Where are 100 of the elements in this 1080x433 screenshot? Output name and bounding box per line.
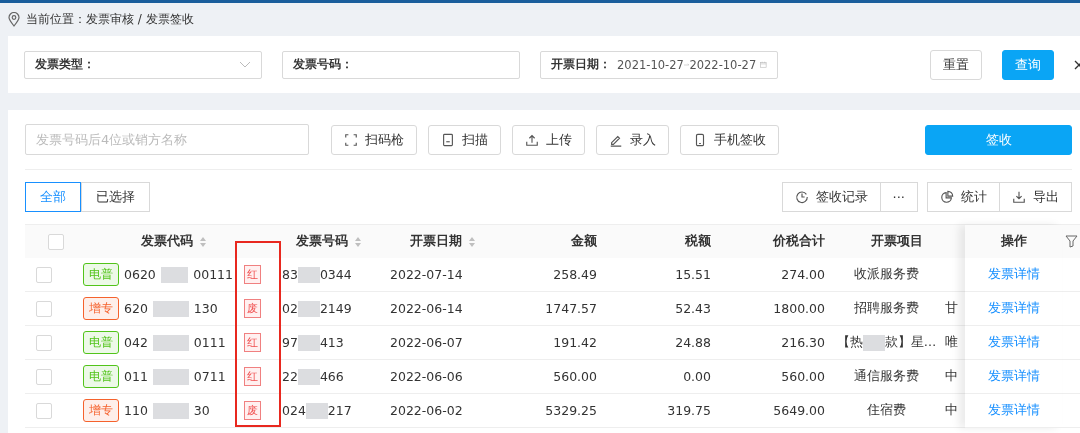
action-button[interactable]: 录入 xyxy=(596,124,669,155)
table-cell-text: 52.43 xyxy=(674,301,712,316)
action-button[interactable]: 扫码枪 xyxy=(331,124,417,155)
status-tag: 红 xyxy=(244,333,261,352)
table-cell-text: 中 xyxy=(945,402,959,419)
tool-button[interactable]: 签收记录 xyxy=(781,182,881,212)
phone-icon xyxy=(693,132,707,147)
table-cell-text: 2022-06-07 xyxy=(389,335,464,350)
tool-button[interactable]: 导出 xyxy=(999,182,1072,212)
action-button[interactable]: 上传 xyxy=(512,124,585,155)
table-cell-text: 1800.00 xyxy=(772,301,826,316)
table-cell-text: 216.30 xyxy=(780,335,826,350)
filter-icon[interactable] xyxy=(1064,235,1078,248)
row-checkbox[interactable] xyxy=(36,368,52,385)
column-header: 金额 xyxy=(571,233,597,250)
column-header: 价税合计 xyxy=(773,233,825,250)
sort-icon[interactable] xyxy=(353,235,362,248)
blur-mask xyxy=(160,266,189,283)
table-cell-text: 中 xyxy=(945,368,959,385)
breadcrumb: 当前位置：发票审核 / 发票签收 xyxy=(26,11,194,28)
table-cell: 011 xyxy=(124,369,148,384)
table-cell: 0711 xyxy=(193,369,226,384)
table-cell: 收派服务费 xyxy=(854,266,919,283)
blur-mask xyxy=(297,300,320,317)
action-button[interactable]: 手机签收 xyxy=(680,124,779,155)
scan-icon xyxy=(344,132,358,147)
table-cell: 466 xyxy=(319,369,344,384)
table-cell: 22 xyxy=(282,369,298,384)
sort-icon[interactable] xyxy=(467,235,476,248)
table-cell: 住宿费 xyxy=(867,402,906,419)
column-header: 税额 xyxy=(685,233,711,250)
filter-tab[interactable]: 已选择 xyxy=(81,182,150,212)
row-checkbox[interactable] xyxy=(36,300,52,317)
status-tag: 废 xyxy=(244,299,261,318)
table-cell-text: 0.00 xyxy=(682,369,712,384)
table-cell-text: 5329.25 xyxy=(544,403,598,418)
table-cell-text: 甘 xyxy=(945,300,959,317)
arrow-right-icon xyxy=(683,61,690,68)
table-cell-text: 2022-07-14 xyxy=(389,267,464,282)
table-cell: 0111 xyxy=(193,335,226,350)
table-cell-text: 15.51 xyxy=(674,267,712,282)
table-cell-text: 5649.00 xyxy=(772,403,826,418)
blur-mask xyxy=(297,334,320,351)
table-cell-text: 2022-06-02 xyxy=(389,403,464,418)
table-cell-text: 191.42 xyxy=(552,335,598,350)
type-tag: 电普 xyxy=(83,331,119,354)
location-pin-icon xyxy=(8,12,20,27)
row-checkbox[interactable] xyxy=(36,334,52,351)
search-field[interactable]: 发票号码后4位或销方名称 xyxy=(25,124,309,155)
invoice-number-field[interactable]: 发票号码： xyxy=(282,50,520,79)
column-header: 发票号码 xyxy=(295,233,348,250)
invoice-type-select[interactable]: 发票类型： xyxy=(24,50,262,79)
status-tag: 红 xyxy=(244,367,261,386)
table-cell: 款】星… xyxy=(884,334,937,351)
blur-mask xyxy=(305,402,328,419)
row-checkbox[interactable] xyxy=(36,266,52,283)
table-cell-text: 319.75 xyxy=(666,403,712,418)
type-tag: 增专 xyxy=(83,399,119,422)
document-icon xyxy=(441,132,455,147)
download-icon xyxy=(1012,190,1026,204)
blur-mask xyxy=(297,266,320,283)
table-cell: 620 xyxy=(124,301,148,316)
table-cell: 130 xyxy=(193,301,218,316)
table-cell-text: 2022-06-14 xyxy=(389,301,464,316)
blur-mask xyxy=(297,368,320,385)
tool-button[interactable]: 统计 xyxy=(927,182,1000,212)
blur-mask xyxy=(152,334,189,351)
date-range-field[interactable]: 开票日期： 2021-10-27 2022-10-27 xyxy=(540,50,778,79)
table-cell-text: 唯 xyxy=(945,334,959,351)
table-cell-text: 24.88 xyxy=(674,335,712,350)
row-checkbox[interactable] xyxy=(36,402,52,419)
table-cell: 110 xyxy=(124,403,148,418)
table-cell: 30 xyxy=(193,403,210,418)
more-button[interactable]: ··· xyxy=(879,182,918,212)
calendar-icon xyxy=(760,59,767,70)
table-cell-text: 258.49 xyxy=(552,267,598,282)
select-all-checkbox[interactable] xyxy=(47,233,64,250)
table-cell: 通信服务费 xyxy=(854,368,919,385)
reset-button[interactable]: 重置 xyxy=(930,49,982,80)
type-tag: 增专 xyxy=(83,297,119,320)
type-tag: 电普 xyxy=(83,263,119,286)
column-header: 开票日期 xyxy=(409,233,462,250)
table-cell: 97 xyxy=(282,335,298,350)
sort-icon[interactable] xyxy=(198,235,207,248)
blur-mask xyxy=(152,300,189,317)
column-header: 发票代码 xyxy=(140,233,193,250)
table-cell: 00111 xyxy=(193,267,233,282)
table-cell: 83 xyxy=(282,267,298,282)
action-button[interactable]: 扫描 xyxy=(428,124,501,155)
status-tag: 红 xyxy=(244,265,261,284)
clock-icon xyxy=(794,190,809,204)
status-tag: 废 xyxy=(244,401,261,420)
table-cell: 招聘服务费 xyxy=(854,300,919,317)
chevron-down-icon xyxy=(239,60,251,69)
blur-mask xyxy=(862,334,885,351)
table-cell-text: 560.00 xyxy=(780,369,826,384)
table-cell-text: 560.00 xyxy=(552,369,598,384)
table-cell: 2149 xyxy=(319,301,352,316)
table-cell: 024 xyxy=(282,403,306,418)
table-cell: 217 xyxy=(327,403,352,418)
